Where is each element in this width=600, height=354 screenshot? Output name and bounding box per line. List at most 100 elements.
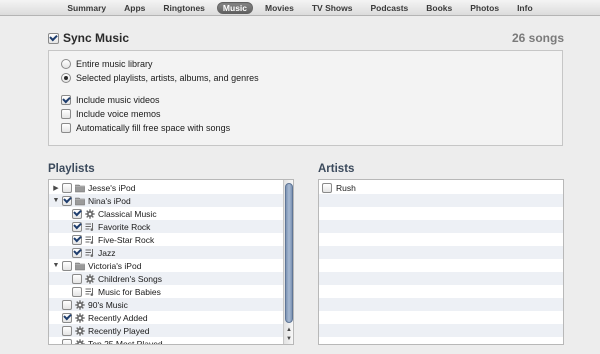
playlist-icon [85, 235, 95, 245]
include-memos-checkbox[interactable] [61, 109, 71, 119]
empty-row [319, 311, 563, 324]
radio-entire-library[interactable] [61, 59, 71, 69]
playlist-checkbox[interactable] [62, 195, 72, 206]
playlist-row[interactable]: ▶ Jesse's iPod [49, 181, 284, 194]
empty-row [319, 220, 563, 233]
playlist-checkbox[interactable] [72, 221, 82, 232]
disclosure-expanded-icon[interactable]: ▼ [52, 197, 60, 205]
playlists-scrollbar[interactable]: ▲ ▼ [283, 180, 293, 344]
playlist-label: Nina's iPod [88, 195, 131, 206]
playlist-row[interactable]: Recently Added [49, 311, 284, 324]
radio-selected-items[interactable] [61, 73, 71, 83]
playlist-icon [85, 222, 95, 232]
empty-row [319, 207, 563, 220]
playlist-label: Victoria's iPod [88, 260, 142, 271]
option-selected-items-label: Selected playlists, artists, albums, and… [76, 73, 259, 83]
sync-header: Sync Music 26 songs [48, 30, 564, 46]
playlist-row[interactable]: ▼ Victoria's iPod [49, 259, 284, 272]
playlist-label: Favorite Rock [98, 221, 151, 232]
tab-photos[interactable]: Photos [464, 2, 505, 14]
playlist-checkbox[interactable] [72, 234, 82, 245]
playlist-checkbox[interactable] [72, 208, 82, 219]
playlists-scroll-thumb[interactable] [285, 183, 293, 323]
artist-checkbox[interactable] [322, 182, 332, 193]
artist-label: Rush [336, 182, 356, 193]
include-videos-label: Include music videos [76, 95, 160, 105]
artists-list: Rush [318, 179, 564, 345]
option-selected-items[interactable]: Selected playlists, artists, albums, and… [61, 73, 259, 83]
empty-row [319, 259, 563, 272]
option-autofill[interactable]: Automatically fill free space with songs [61, 123, 230, 133]
playlist-label: Five-Star Rock [98, 234, 155, 245]
playlist-checkbox[interactable] [62, 260, 72, 271]
empty-row [319, 194, 563, 207]
option-include-videos[interactable]: Include music videos [61, 95, 160, 105]
empty-row [319, 272, 563, 285]
folder-icon [75, 196, 85, 206]
playlist-row[interactable]: Top 25 Most Played [49, 337, 284, 345]
option-entire-library-label: Entire music library [76, 59, 153, 69]
playlist-row[interactable]: Jazz [49, 246, 284, 259]
scroll-down-arrow[interactable]: ▼ [284, 334, 293, 343]
tab-ringtones[interactable]: Ringtones [157, 2, 211, 14]
empty-row [319, 233, 563, 246]
tab-summary[interactable]: Summary [61, 2, 112, 14]
autofill-checkbox[interactable] [61, 123, 71, 133]
playlist-row[interactable]: Five-Star Rock [49, 233, 284, 246]
playlist-icon [85, 287, 95, 297]
playlist-checkbox[interactable] [72, 247, 82, 258]
artist-row[interactable]: Rush [319, 181, 563, 194]
tab-podcasts[interactable]: Podcasts [364, 2, 414, 14]
playlist-checkbox[interactable] [62, 312, 72, 323]
playlist-row[interactable]: 90's Music [49, 298, 284, 311]
playlist-checkbox[interactable] [72, 273, 82, 284]
include-videos-checkbox[interactable] [61, 95, 71, 105]
empty-row [319, 298, 563, 311]
playlist-row[interactable]: Classical Music [49, 207, 284, 220]
playlist-label: Recently Added [88, 312, 148, 323]
gear-icon [85, 208, 95, 219]
playlist-icon [85, 248, 95, 258]
playlist-row[interactable]: Recently Played [49, 324, 284, 337]
playlist-checkbox[interactable] [62, 338, 72, 344]
sync-music-checkbox[interactable] [48, 32, 59, 44]
gear-icon [85, 273, 95, 284]
option-include-memos[interactable]: Include voice memos [61, 109, 161, 119]
playlists-list: ▶ Jesse's iPod ▼ Nina's iPod Classical Music… [48, 179, 294, 345]
gear-icon [75, 299, 85, 310]
song-count: 26 songs [511, 31, 564, 45]
tab-apps[interactable]: Apps [118, 2, 151, 14]
playlist-row[interactable]: Favorite Rock [49, 220, 284, 233]
tab-music[interactable]: Music [216, 1, 254, 14]
scroll-up-arrow[interactable]: ▲ [284, 325, 293, 334]
playlist-row[interactable]: Children's Songs [49, 272, 284, 285]
gear-icon [75, 312, 85, 323]
playlist-label: Jazz [98, 247, 116, 258]
folder-icon [75, 183, 85, 193]
disclosure-collapsed-icon[interactable]: ▶ [52, 184, 60, 192]
tab-info[interactable]: Info [511, 2, 539, 14]
playlist-checkbox[interactable] [62, 299, 72, 310]
tab-bar: Summary Apps Ringtones Music Movies TV S… [0, 0, 600, 16]
tab-tv-shows[interactable]: TV Shows [306, 2, 359, 14]
playlist-label: Recently Played [88, 325, 150, 336]
option-entire-library[interactable]: Entire music library [61, 59, 153, 69]
disclosure-expanded-icon[interactable]: ▼ [52, 262, 60, 270]
include-memos-label: Include voice memos [76, 109, 161, 119]
tab-movies[interactable]: Movies [259, 2, 300, 14]
playlist-row[interactable]: Music for Babies [49, 285, 284, 298]
tab-books[interactable]: Books [420, 2, 458, 14]
playlist-checkbox[interactable] [62, 182, 72, 193]
playlist-checkbox[interactable] [72, 286, 82, 297]
playlist-checkbox[interactable] [62, 325, 72, 336]
playlist-row[interactable]: ▼ Nina's iPod [49, 194, 284, 207]
